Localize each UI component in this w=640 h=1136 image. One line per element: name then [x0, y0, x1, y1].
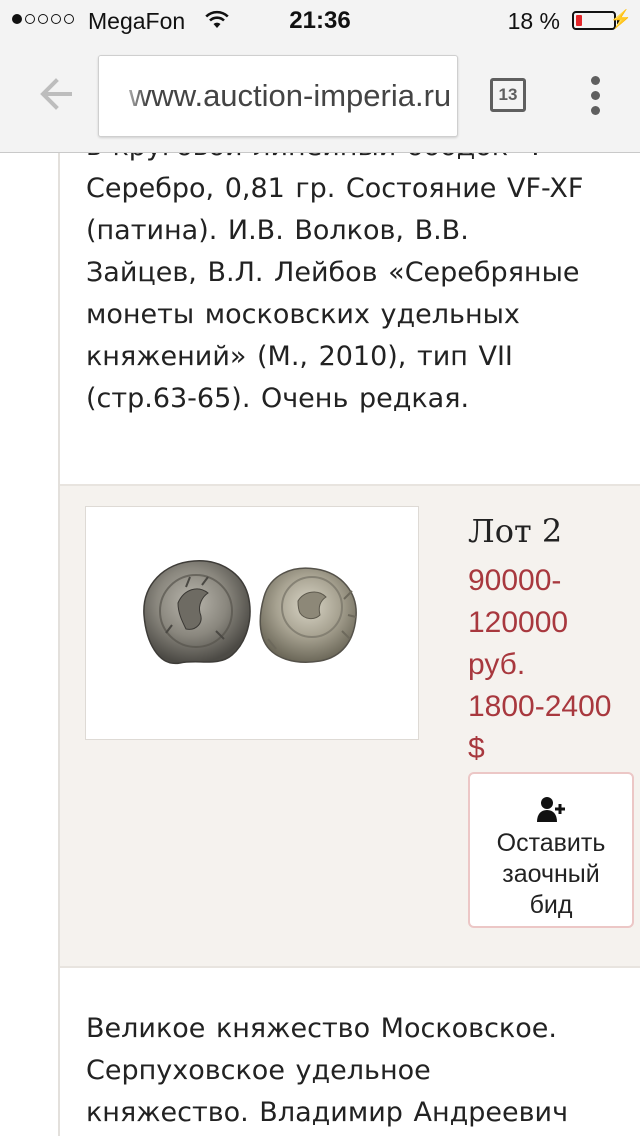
tab-count: 13 [498, 85, 518, 104]
price-line: 120000 [468, 606, 569, 639]
back-arrow-icon[interactable] [36, 74, 76, 114]
bid-label-line: Оставить [496, 829, 606, 857]
url-text: www.auction-imperia.ru [129, 78, 452, 113]
lot-description: Великое княжество Московское. Серпуховск… [86, 1008, 631, 1134]
browser-toolbar: www.auction-imperia.ru 13 [0, 40, 640, 153]
absentee-bid-button[interactable]: Оставить заочный бид [468, 772, 634, 928]
charging-icon: ⚡ [609, 9, 632, 29]
battery-percent: 18 % [507, 8, 560, 34]
price-line: 1800-2400 [468, 690, 612, 723]
price-line: руб. [468, 648, 526, 681]
address-bar[interactable]: www.auction-imperia.ru [98, 55, 458, 137]
lot-image-frame[interactable] [85, 506, 419, 740]
overflow-menu-icon[interactable] [586, 76, 606, 116]
bid-label-line: бид [529, 891, 573, 919]
description-line: в круговой линейный ободок ". [86, 152, 631, 168]
description-line: Зайцев, В.Л. Лейбов «Серебряные [86, 257, 580, 288]
price-line: $ [468, 732, 485, 765]
lot-card: Лот 2 90000- 120000 руб. 1800-2400 $ Ост… [60, 484, 640, 968]
description-line: Великое княжество Московское. [86, 1013, 557, 1044]
status-bar: MegaFon 21:36 18 % ⚡ [0, 0, 640, 40]
tabs-button[interactable]: 13 [490, 78, 526, 112]
lot-price: 90000- 120000 руб. 1800-2400 $ [468, 560, 640, 770]
description-line: (патина). И.В. Волков, В.В. [86, 215, 469, 246]
description-line: Серпуховское удельное [86, 1055, 431, 1086]
description-line: Серебро, 0,81 гр. Состояние VF-XF [86, 173, 584, 204]
add-user-icon [537, 797, 565, 822]
previous-lot-description: в круговой линейный ободок ". Серебро, 0… [86, 152, 631, 420]
description-line: княжений» (М., 2010), тип VII [86, 341, 513, 372]
bid-label-line: заочный [502, 860, 600, 888]
description-line: княжество. Владимир Андреевич [86, 1097, 569, 1128]
page-content: в круговой линейный ободок ". Серебро, 0… [0, 152, 640, 1136]
price-line: 90000- [468, 564, 562, 597]
lot-title: Лот 2 [468, 512, 563, 550]
coin-photo[interactable] [86, 507, 418, 739]
description-line: монеты московских удельных [86, 299, 520, 330]
description-line: (стр.63-65). Очень редкая. [86, 383, 470, 414]
